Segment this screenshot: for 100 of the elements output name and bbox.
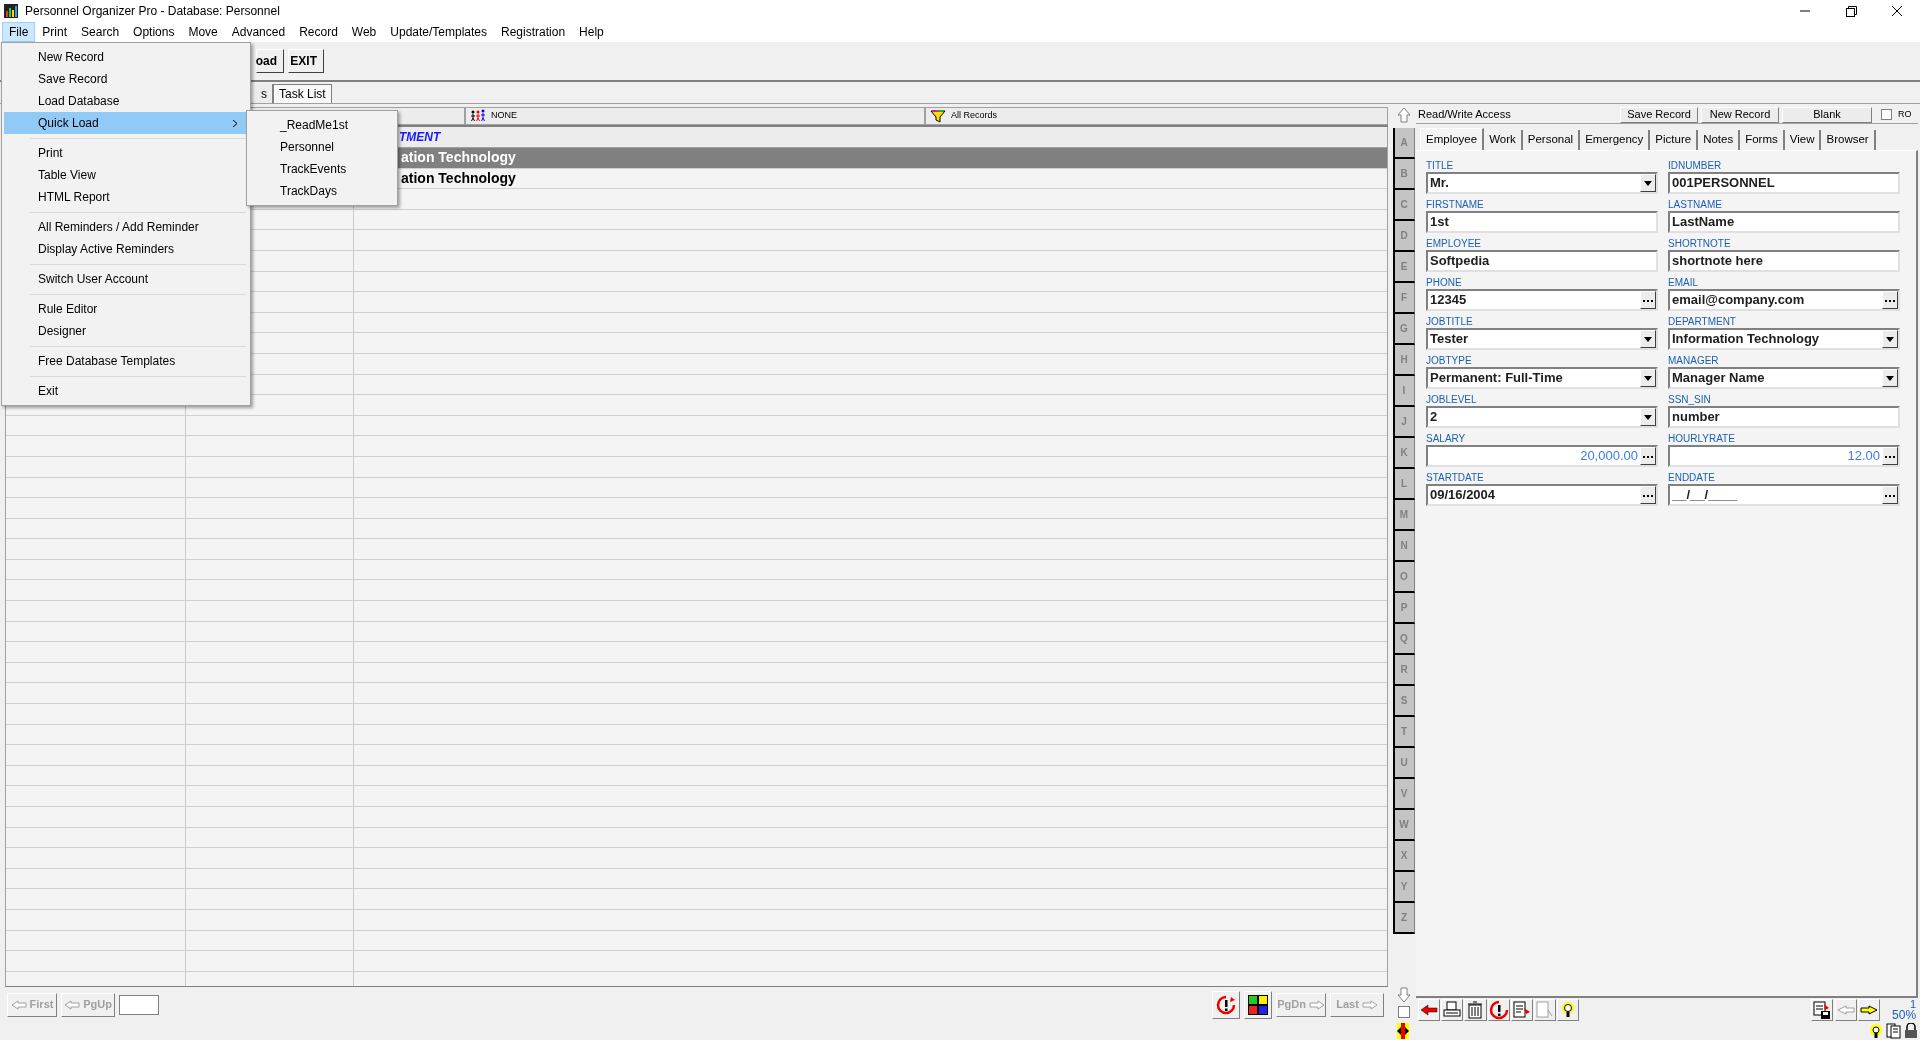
list-tab[interactable]: s bbox=[256, 84, 273, 103]
down-arrow-icon[interactable] bbox=[1396, 987, 1411, 1003]
input-field[interactable]: LastName bbox=[1668, 211, 1900, 233]
group-heading: TMENT bbox=[399, 129, 441, 146]
input-field[interactable]: 2 bbox=[1426, 406, 1658, 428]
color-blocks-icon[interactable] bbox=[1247, 993, 1269, 1016]
menu-item[interactable]: Registration bbox=[494, 22, 573, 42]
ro-checkbox[interactable] bbox=[1881, 109, 1892, 120]
panel-button[interactable]: Blank bbox=[1782, 106, 1872, 123]
dropdown-arrow-icon[interactable] bbox=[1886, 375, 1894, 381]
field-label: HOURLYRATE bbox=[1668, 432, 1736, 445]
filter-cell[interactable]: NONE bbox=[465, 107, 925, 125]
dropdown-arrow-icon[interactable] bbox=[1886, 336, 1894, 342]
menu-item[interactable]: Designer bbox=[4, 320, 248, 342]
field-label: TITLE bbox=[1426, 159, 1455, 172]
ellipsis-icon[interactable] bbox=[1885, 493, 1895, 497]
menu-item[interactable]: All Reminders / Add Reminder bbox=[4, 216, 248, 238]
input-field[interactable]: Information Technology bbox=[1668, 328, 1900, 350]
menu-item[interactable]: Update/Templates bbox=[383, 22, 495, 42]
menu-item[interactable]: Search bbox=[74, 22, 127, 42]
input-field[interactable]: __/__/____ bbox=[1668, 484, 1900, 506]
field-label: DEPARTMENT bbox=[1668, 315, 1737, 328]
menu-item[interactable]: Record bbox=[292, 22, 345, 42]
splitter-icon[interactable] bbox=[1397, 1023, 1409, 1039]
save-document-icon[interactable] bbox=[1811, 1000, 1832, 1020]
toolbar-button[interactable]: oad bbox=[256, 49, 284, 73]
menu-item[interactable]: Help bbox=[572, 22, 611, 42]
people-icon bbox=[470, 109, 486, 123]
menu-item[interactable]: Rule Editor bbox=[4, 298, 248, 320]
menu-item[interactable]: Options bbox=[126, 22, 182, 42]
field-label: STARTDATE bbox=[1426, 471, 1485, 484]
input-field[interactable]: Manager Name bbox=[1668, 367, 1900, 389]
funnel-icon bbox=[930, 109, 946, 123]
ellipsis-icon[interactable] bbox=[1643, 493, 1653, 497]
menu-item[interactable]: Display Active Reminders bbox=[4, 238, 248, 260]
dropdown-arrow-icon[interactable] bbox=[1644, 414, 1652, 420]
panel-button[interactable]: Save Record bbox=[1620, 106, 1698, 123]
input-field[interactable]: 20,000.00 bbox=[1426, 445, 1658, 467]
filter-label: All Records bbox=[951, 109, 997, 123]
toolbar-button[interactable]: EXIT bbox=[288, 49, 324, 73]
reminder-icon[interactable] bbox=[1488, 1000, 1509, 1020]
menu-item[interactable]: Exit bbox=[4, 380, 248, 402]
document-export-icon[interactable] bbox=[1511, 1000, 1532, 1020]
panel-tab[interactable]: Employee bbox=[1420, 128, 1485, 150]
zoom-level: 50% bbox=[1892, 1010, 1917, 1021]
menu-item[interactable]: Switch User Account bbox=[4, 268, 248, 290]
filter-label: NONE bbox=[491, 109, 517, 123]
field-label: ENDDATE bbox=[1668, 471, 1717, 484]
up-arrow-icon[interactable] bbox=[1396, 107, 1411, 123]
checkbox[interactable] bbox=[1397, 1006, 1410, 1018]
panel-button[interactable]: New Record bbox=[1701, 106, 1779, 123]
input-field[interactable]: 001PERSONNEL bbox=[1668, 172, 1900, 194]
light-bulb-icon bbox=[1868, 1023, 1884, 1039]
record-number: 1 bbox=[1909, 999, 1917, 1010]
input-field[interactable]: email@company.com bbox=[1668, 289, 1900, 311]
documents-icon bbox=[1886, 1023, 1902, 1039]
field-label: SSN_SIN bbox=[1668, 393, 1712, 406]
dropdown-arrow-icon[interactable] bbox=[1644, 180, 1652, 186]
menu-item[interactable]: New Record bbox=[4, 46, 248, 68]
dropdown-arrow-icon[interactable] bbox=[1644, 336, 1652, 342]
field-label: JOBLEVEL bbox=[1426, 393, 1478, 406]
list-tab[interactable]: Task List bbox=[273, 84, 332, 103]
menu-item[interactable]: Quick Load bbox=[4, 112, 248, 134]
menu-item[interactable]: Advanced bbox=[224, 22, 293, 42]
input-field[interactable]: Permanent: Full-Time bbox=[1426, 367, 1658, 389]
input-field[interactable]: 09/16/2004 bbox=[1426, 484, 1658, 506]
ellipsis-icon[interactable] bbox=[1885, 454, 1895, 458]
ellipsis-icon[interactable] bbox=[1643, 454, 1653, 458]
input-field[interactable]: 12.00 bbox=[1668, 445, 1900, 467]
printer-icon[interactable] bbox=[1442, 1000, 1463, 1020]
ellipsis-icon[interactable] bbox=[1643, 298, 1653, 302]
field-label: EMAIL bbox=[1668, 276, 1699, 289]
ro-label: RO bbox=[1898, 107, 1912, 121]
page-field[interactable] bbox=[119, 994, 159, 1015]
lock-icon bbox=[1904, 1023, 1918, 1039]
menu-item[interactable]: File bbox=[2, 22, 36, 42]
reminder-icon[interactable] bbox=[1216, 994, 1236, 1015]
app-logo-icon bbox=[3, 3, 19, 19]
menu-item[interactable]: Free Database Templates bbox=[4, 350, 248, 372]
field-label: PHONE bbox=[1426, 276, 1463, 289]
input-field[interactable]: Softpedia bbox=[1426, 250, 1658, 272]
field-label: SHORTNOTE bbox=[1668, 237, 1732, 250]
input-field[interactable]: shortnote here bbox=[1668, 250, 1900, 272]
menu-item[interactable]: Load Database bbox=[4, 90, 248, 112]
menu-item[interactable]: Print bbox=[35, 22, 75, 42]
input-field[interactable]: Tester bbox=[1426, 328, 1658, 350]
input-field[interactable]: 12345 bbox=[1426, 289, 1658, 311]
dropdown-arrow-icon[interactable] bbox=[1644, 375, 1652, 381]
menu-item[interactable]: Move bbox=[181, 22, 225, 42]
access-label: Read/Write Access bbox=[1417, 107, 1512, 123]
menu-item[interactable]: Save Record bbox=[4, 68, 248, 90]
input-field[interactable]: 1st bbox=[1426, 211, 1658, 233]
menu-item[interactable]: Web bbox=[344, 22, 384, 42]
input-field[interactable]: Mr. bbox=[1426, 172, 1658, 194]
input-field[interactable]: number bbox=[1668, 406, 1900, 428]
filter-cell[interactable]: All Records bbox=[925, 107, 1388, 125]
field-label: IDNUMBER bbox=[1668, 159, 1723, 172]
field-label: SALARY bbox=[1426, 432, 1467, 445]
menu-item[interactable]: _ReadMe1st bbox=[247, 114, 397, 136]
ellipsis-icon[interactable] bbox=[1885, 298, 1895, 302]
